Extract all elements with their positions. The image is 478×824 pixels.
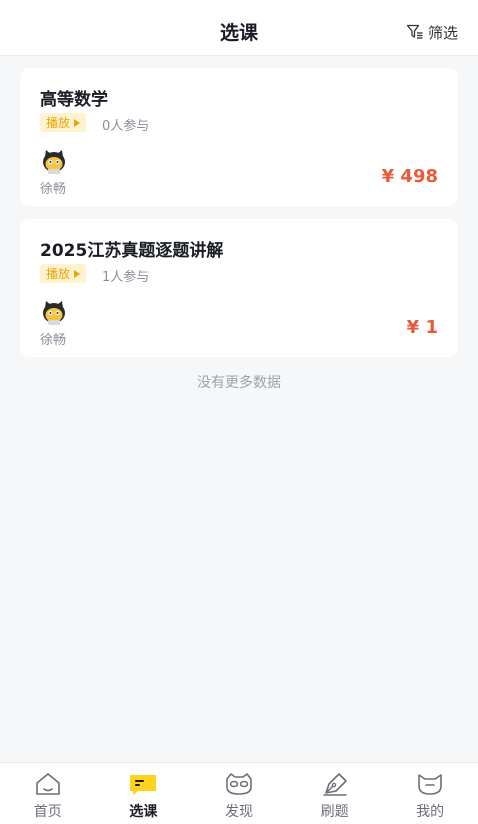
play-icon: [74, 118, 81, 127]
profile-icon: [418, 774, 442, 795]
course-title: 2025江苏真题逐题讲解: [40, 241, 224, 261]
play-badge[interactable]: 播放: [40, 264, 87, 283]
course-icon: [130, 775, 157, 795]
course-card[interactable]: 高等数学 播放 0人参与 徐畅 ¥ 498: [20, 68, 458, 206]
play-badge-label: 播放: [46, 116, 71, 130]
course-price: ¥ 498: [381, 166, 438, 187]
top-bar: 选课 筛选: [0, 0, 478, 56]
teacher-avatar: [43, 150, 65, 174]
participant-count: 1人参与: [102, 270, 150, 285]
tab-label: 首页: [33, 804, 62, 820]
tab-label: 选课: [129, 804, 158, 820]
teacher-name: 徐畅: [40, 333, 67, 348]
tab-course[interactable]: 选课: [96, 763, 192, 824]
filter-icon: [406, 24, 423, 39]
course-price: ¥ 1: [406, 317, 438, 338]
practice-icon: [322, 773, 347, 796]
discover-icon: [226, 773, 252, 795]
participant-count: 0人参与: [102, 119, 150, 134]
tab-home[interactable]: 首页: [0, 763, 96, 824]
teacher-avatar: [43, 301, 65, 325]
tab-practice[interactable]: 刷题: [287, 763, 383, 824]
play-icon: [74, 269, 81, 278]
filter-label: 筛选: [427, 23, 458, 42]
course-card[interactable]: 2025江苏真题逐题讲解 播放 1人参与 徐畅 ¥ 1: [20, 219, 458, 357]
no-more-data-text: 没有更多数据: [197, 375, 281, 391]
play-badge[interactable]: 播放: [40, 113, 87, 132]
tab-label: 刷题: [320, 804, 349, 820]
filter-button[interactable]: 筛选: [406, 21, 458, 43]
course-title: 高等数学: [40, 90, 108, 110]
tab-profile[interactable]: 我的: [382, 763, 478, 824]
home-icon: [35, 773, 60, 795]
tab-label: 我的: [416, 804, 445, 820]
tab-label: 发现: [224, 804, 253, 820]
tab-discover[interactable]: 发现: [191, 763, 287, 824]
teacher-name: 徐畅: [40, 182, 67, 197]
play-badge-label: 播放: [46, 267, 71, 281]
bottom-tab-bar: 首页 选课 发现 刷题 我的: [0, 762, 478, 824]
